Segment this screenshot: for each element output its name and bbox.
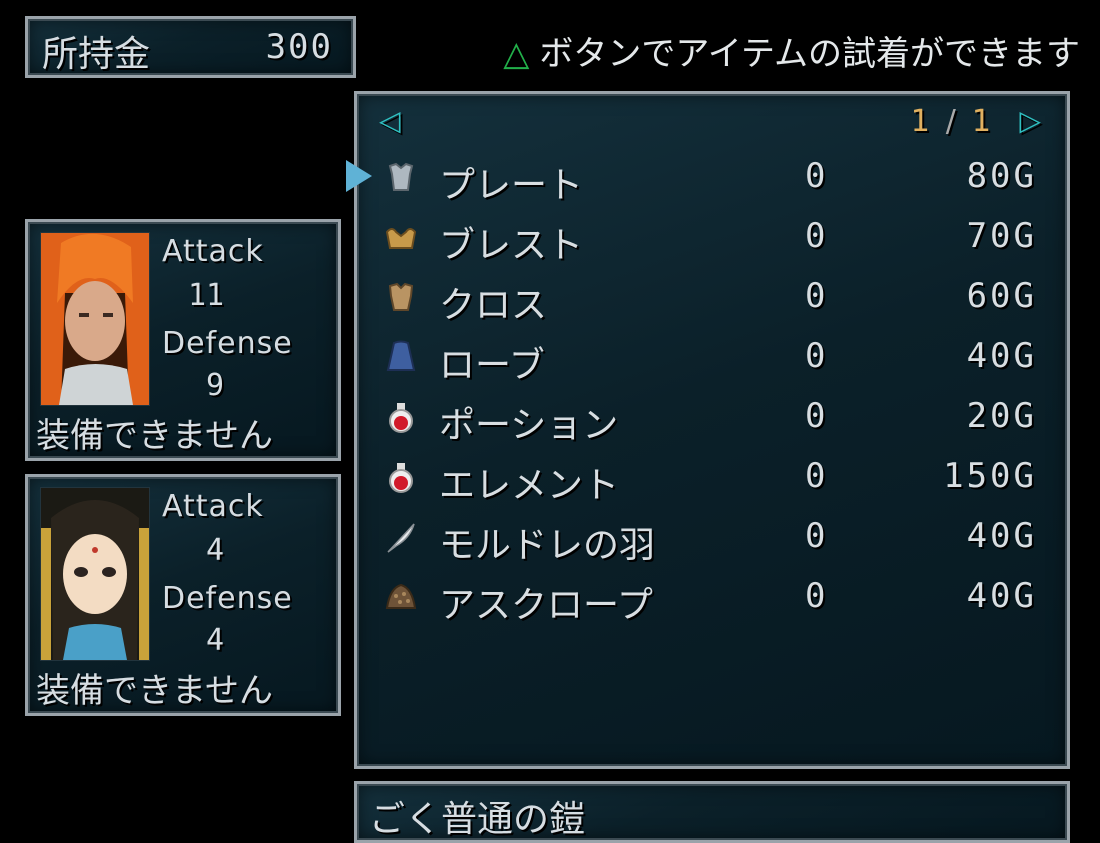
page-total: 1 bbox=[971, 104, 991, 139]
item-price: 40G bbox=[966, 336, 1037, 376]
equip-status: 装備できません bbox=[36, 416, 273, 456]
money-panel: 所持金 300 bbox=[25, 16, 356, 78]
item-quantity: 0 bbox=[805, 336, 826, 376]
item-quantity: 0 bbox=[805, 516, 826, 556]
item-row[interactable]: プレート 0 80G bbox=[357, 150, 1067, 208]
item-description-panel: ごく普通の鎧 bbox=[354, 781, 1070, 843]
item-name: アスクロープ bbox=[439, 585, 653, 626]
item-row[interactable]: ローブ 0 40G bbox=[357, 330, 1067, 388]
page-next-arrow-icon[interactable]: ▷ bbox=[1019, 104, 1041, 137]
item-quantity: 0 bbox=[805, 156, 826, 196]
item-price: 150G bbox=[943, 456, 1037, 496]
element-potion-icon bbox=[383, 460, 419, 496]
item-quantity: 0 bbox=[805, 216, 826, 256]
item-price: 20G bbox=[966, 396, 1037, 436]
attack-label: Attack bbox=[162, 234, 264, 269]
item-row[interactable]: アスクロープ 0 40G bbox=[357, 570, 1067, 628]
item-row[interactable]: ポーション 0 20G bbox=[357, 390, 1067, 448]
dark-haired-girl-portrait bbox=[40, 487, 150, 661]
ascrope-icon bbox=[383, 580, 419, 616]
page-separator: / bbox=[945, 104, 956, 139]
page-current: 1 bbox=[910, 104, 930, 139]
defense-label: Defense bbox=[162, 581, 293, 616]
cloth-armor-icon bbox=[383, 280, 419, 316]
attack-value: 11 bbox=[188, 278, 225, 313]
item-quantity: 0 bbox=[805, 456, 826, 496]
money-value: 300 bbox=[265, 27, 333, 67]
equip-status: 装備できません bbox=[36, 671, 273, 711]
item-name: ローブ bbox=[439, 345, 545, 386]
item-price: 80G bbox=[966, 156, 1037, 196]
item-row[interactable]: モルドレの羽 0 40G bbox=[357, 510, 1067, 568]
item-price: 60G bbox=[966, 276, 1037, 316]
hint-text: ボタンでアイテムの試着ができます bbox=[539, 34, 1080, 74]
shop-item-list: ◁ 1/1 ▷ プレート 0 80G ブレスト 0 70G クロス 0 60G … bbox=[354, 91, 1070, 769]
item-row[interactable]: クロス 0 60G bbox=[357, 270, 1067, 328]
page-indicator: 1 / 1 bbox=[911, 104, 991, 139]
triangle-button-icon: △ bbox=[503, 34, 530, 74]
item-quantity: 0 bbox=[805, 276, 826, 316]
orange-haired-hero-portrait bbox=[40, 232, 150, 406]
page-prev-arrow-icon[interactable]: ◁ bbox=[379, 104, 401, 137]
item-name: ブレスト bbox=[439, 225, 584, 266]
item-name: モルドレの羽 bbox=[439, 525, 656, 566]
item-price: 40G bbox=[966, 576, 1037, 616]
item-name: ポーション bbox=[439, 405, 619, 446]
plate-armor-icon bbox=[383, 160, 419, 196]
character-panel[interactable]: Attack 11 Defense 9 装備できません bbox=[25, 219, 341, 461]
money-label: 所持金 bbox=[42, 34, 151, 75]
defense-label: Defense bbox=[162, 326, 293, 361]
defense-value: 9 bbox=[206, 368, 225, 403]
attack-value: 4 bbox=[206, 533, 225, 568]
item-row[interactable]: ブレスト 0 70G bbox=[357, 210, 1067, 268]
item-description: ごく普通の鎧 bbox=[369, 799, 586, 840]
selection-cursor-icon bbox=[346, 160, 372, 192]
item-price: 70G bbox=[966, 216, 1037, 256]
robe-icon bbox=[383, 340, 419, 376]
item-name: エレメント bbox=[439, 465, 620, 506]
try-on-hint: △ ボタンでアイテムの試着ができます bbox=[503, 26, 1080, 75]
attack-label: Attack bbox=[162, 489, 264, 524]
item-name: プレート bbox=[439, 165, 584, 206]
item-quantity: 0 bbox=[805, 396, 826, 436]
item-row[interactable]: エレメント 0 150G bbox=[357, 450, 1067, 508]
breastplate-icon bbox=[383, 220, 419, 256]
item-price: 40G bbox=[966, 516, 1037, 556]
character-panel[interactable]: Attack 4 Defense 4 装備できません bbox=[25, 474, 341, 716]
defense-value: 4 bbox=[206, 623, 225, 658]
item-name: クロス bbox=[439, 285, 548, 326]
feather-icon bbox=[383, 520, 419, 556]
potion-icon bbox=[383, 400, 419, 436]
item-quantity: 0 bbox=[805, 576, 826, 616]
